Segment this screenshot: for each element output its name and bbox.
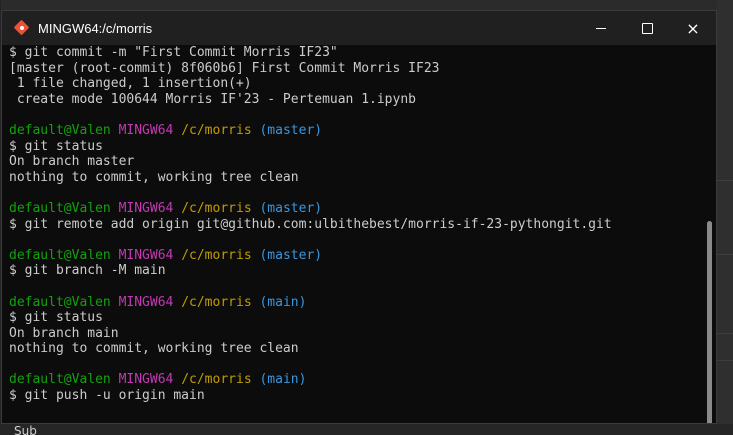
prompt-path: /c/morris (181, 294, 252, 310)
prompt-line: default@Valen MINGW64 /c/morris (main) (9, 295, 702, 311)
background-divider (717, 180, 733, 181)
window-title: MINGW64:/c/morris (38, 20, 153, 36)
prompt-shell: MINGW64 (118, 372, 174, 388)
background-divider (717, 254, 733, 255)
prompt-user-host: default@Valen (9, 247, 111, 263)
terminal-line: nothing to commit, working tree clean (9, 341, 299, 357)
prompt-branch: (main) (259, 294, 307, 310)
terminal-line: nothing to commit, working tree clean (9, 169, 299, 185)
prompt-branch: (master) (259, 200, 323, 216)
background-text: Sub (14, 424, 37, 435)
prompt-user-host: default@Valen (9, 294, 111, 310)
vertical-scrollbar[interactable] (702, 45, 716, 423)
terminal-line: $ git push -u origin main (9, 388, 205, 404)
prompt-branch: (master) (259, 247, 323, 263)
prompt-path: /c/morris (181, 200, 252, 216)
minimize-button[interactable] (578, 11, 624, 45)
background-window-strip (717, 0, 733, 435)
prompt-line: default@Valen MINGW64 /c/morris (master) (9, 123, 702, 139)
background-divider (717, 333, 733, 334)
prompt-shell: MINGW64 (118, 122, 174, 138)
terminal-line: $ git status (9, 138, 103, 154)
maximize-button[interactable] (624, 11, 670, 45)
terminal-line: $ git remote add origin git@github.com:u… (9, 216, 612, 232)
prompt-branch: (main) (259, 372, 307, 388)
terminal-line: $ git branch -M main (9, 263, 166, 279)
title-bar[interactable]: MINGW64:/c/morris × (2, 11, 716, 45)
terminal-line: $ git status (9, 310, 103, 326)
terminal-output[interactable]: $ git commit -m "First Commit Morris IF2… (2, 45, 702, 423)
terminal-line: 1 file changed, 1 insertion(+) (9, 76, 252, 92)
prompt-path: /c/morris (181, 372, 252, 388)
terminal-line: On branch main (9, 325, 119, 341)
prompt-user-host: default@Valen (9, 372, 111, 388)
prompt-path: /c/morris (181, 122, 252, 138)
terminal-line: [master (root-commit) 8f060b6] First Com… (9, 60, 440, 76)
prompt-line: default@Valen MINGW64 /c/morris (main) (9, 372, 702, 388)
prompt-shell: MINGW64 (118, 200, 174, 216)
prompt-shell: MINGW64 (118, 294, 174, 310)
background-text-strip: Sub (0, 424, 733, 435)
prompt-branch: (master) (259, 122, 323, 138)
background-divider (717, 360, 733, 361)
prompt-path: /c/morris (181, 247, 252, 263)
terminal-line: On branch master (9, 154, 135, 170)
prompt-user-host: default@Valen (9, 122, 111, 138)
close-button[interactable]: × (670, 11, 716, 45)
prompt-line: default@Valen MINGW64 /c/morris (master) (9, 248, 702, 264)
prompt-line: default@Valen MINGW64 /c/morris (master) (9, 201, 702, 217)
prompt-shell: MINGW64 (118, 247, 174, 263)
prompt-user-host: default@Valen (9, 200, 111, 216)
terminal-window: MINGW64:/c/morris × $ git commit -m "Fir… (1, 10, 717, 424)
git-bash-icon (13, 19, 30, 36)
scrollbar-thumb[interactable] (707, 221, 712, 423)
terminal-line: $ git commit -m "First Commit Morris IF2… (9, 45, 338, 60)
terminal-line: create mode 100644 Morris IF'23 - Pertem… (9, 91, 416, 107)
